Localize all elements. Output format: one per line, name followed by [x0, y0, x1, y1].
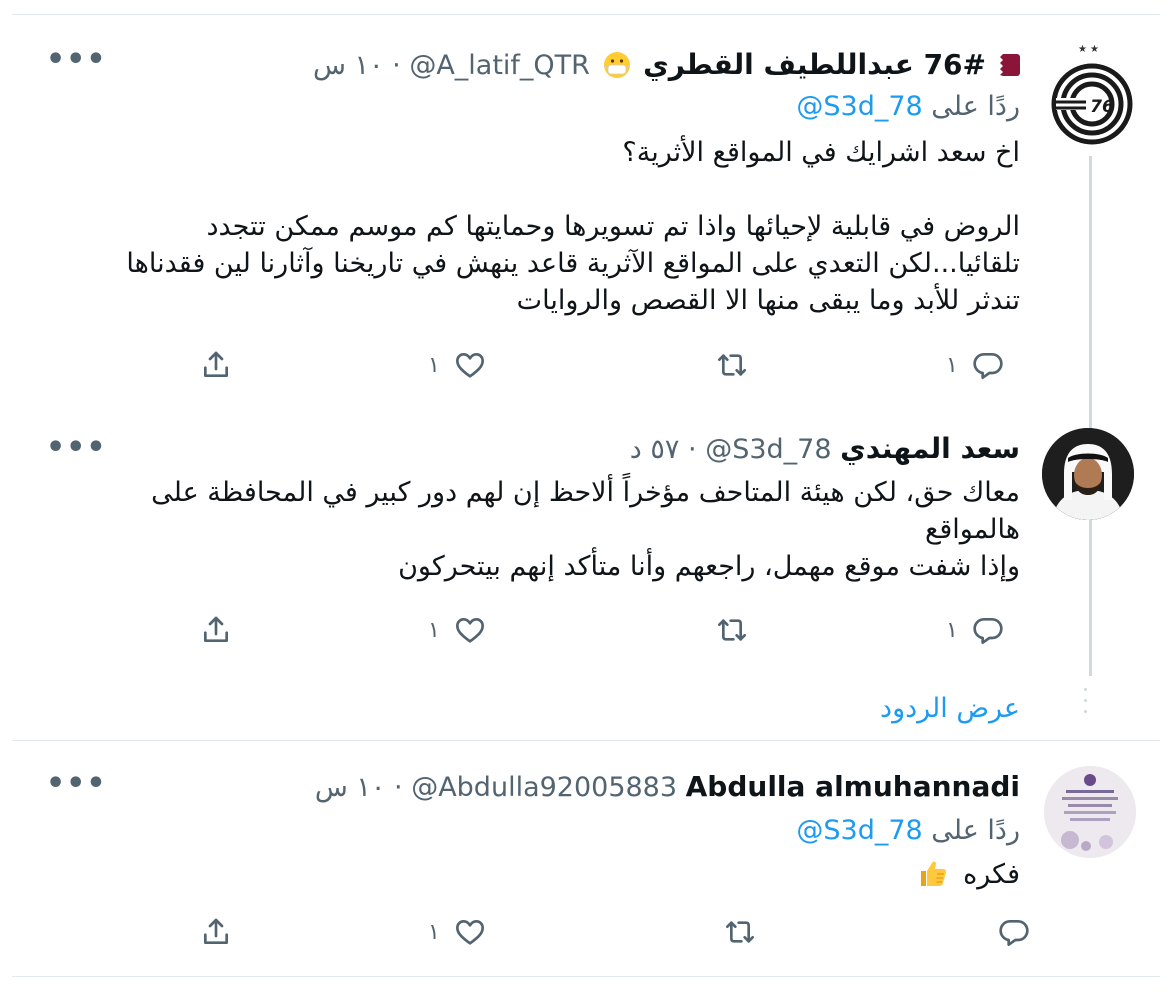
- avatar[interactable]: [1044, 766, 1136, 858]
- tweet-text-line: تلقائيا...لكن التعدي على المواقع الآثرية…: [126, 248, 1020, 279]
- qatar-flag-icon: [994, 52, 1020, 78]
- share-button[interactable]: [200, 612, 232, 648]
- share-button[interactable]: [200, 914, 232, 950]
- retweet-button[interactable]: [716, 612, 748, 648]
- retweet-icon: [718, 354, 746, 376]
- heart-icon: [455, 920, 484, 945]
- reply-button[interactable]: [984, 914, 1030, 950]
- share-icon: [204, 918, 228, 944]
- separator-dot: ·: [688, 434, 697, 465]
- more-icon[interactable]: •••: [46, 769, 107, 799]
- share-button[interactable]: [200, 347, 232, 383]
- tweet-text: اخ سعد اشرايك في المواقع الأثرية؟ الروض …: [126, 134, 1020, 319]
- tweet-text-line: معاك حق، لكن هيئة المتاحف مؤخراً ألاحظ إ…: [151, 477, 1020, 508]
- avatar[interactable]: 76: [1046, 58, 1138, 150]
- more-icon[interactable]: •••: [46, 45, 107, 75]
- heart-icon: [455, 618, 484, 643]
- reply-button[interactable]: ١: [946, 347, 1004, 383]
- tweet-header: Abdulla almuhannadi @Abdulla92005883 · ١…: [315, 770, 1020, 805]
- thumbs-up-emoji-icon: [917, 857, 949, 889]
- tweet-header: 76# عبداللطيف القطري @A_latif_QTR · ١٠ س: [313, 48, 1020, 83]
- timestamp[interactable]: ١٠ س: [315, 772, 386, 803]
- tweet-text-line: وإذا شفت موقع مهمل، راجعهم وأنا متأكد إن…: [398, 551, 1020, 582]
- tweet-text-line: اخ سعد اشرايك في المواقع الأثرية؟: [622, 137, 1020, 168]
- avatar[interactable]: [1042, 428, 1134, 520]
- reply-button[interactable]: ١: [946, 612, 1004, 648]
- share-icon: [204, 351, 228, 377]
- like-count: ١: [428, 919, 440, 945]
- retweet-icon: [726, 921, 754, 943]
- reply-icon: [973, 353, 1003, 379]
- mention-link[interactable]: @S3d_78: [796, 815, 922, 846]
- tweet-text-blank-line: [126, 171, 1020, 208]
- show-replies-link[interactable]: عرض الردود: [880, 692, 1020, 726]
- retweet-icon: [718, 619, 746, 641]
- reply-icon: [999, 920, 1029, 946]
- tweet-thread: 76 ★ ★ ••• 76# عبداللطيف القطري @A_latif…: [0, 0, 1174, 1000]
- tweet-text-line: الروض في قابلية لإحيائها واذا تم تسويرها…: [206, 211, 1020, 242]
- display-name[interactable]: Abdulla almuhannadi: [686, 770, 1020, 803]
- separator-dot: ·: [392, 50, 401, 81]
- reply-count: ١: [946, 617, 958, 643]
- thread-line: [1089, 528, 1092, 676]
- thread-continuation-dots: [1084, 688, 1088, 721]
- tweet-text-line: هالمواقع: [924, 514, 1020, 545]
- tweet-header: سعد المهندي @S3d_78 · ٥٧ د: [630, 432, 1020, 467]
- tweet-text: فكره: [917, 856, 1020, 893]
- divider: [12, 14, 1160, 15]
- like-button[interactable]: ١: [428, 914, 486, 950]
- heart-icon: [455, 353, 484, 378]
- club-76-logo: 76: [1051, 63, 1133, 145]
- svg-text:76: 76: [1090, 97, 1114, 117]
- retweet-button[interactable]: [724, 914, 756, 950]
- tweet-text-line: فكره: [963, 859, 1020, 890]
- replying-to: ردًا على @S3d_78: [796, 90, 1020, 124]
- tweet-text-line: تندثر للأبد وما يبقى منها الا القصص والر…: [516, 285, 1020, 316]
- user-handle[interactable]: @S3d_78: [705, 434, 831, 465]
- share-icon: [204, 616, 228, 642]
- like-count: ١: [428, 617, 440, 643]
- svg-text:★: ★: [1090, 44, 1099, 54]
- profile-image: [1044, 766, 1136, 858]
- display-name[interactable]: 76# عبداللطيف القطري: [643, 48, 986, 81]
- retweet-button[interactable]: [716, 347, 748, 383]
- mention-link[interactable]: @S3d_78: [796, 91, 922, 122]
- timestamp[interactable]: ٥٧ د: [630, 434, 680, 465]
- like-button[interactable]: ١: [428, 612, 486, 648]
- like-button[interactable]: ١: [428, 347, 486, 383]
- face-mask-emoji-icon: [603, 51, 631, 79]
- replying-to: ردًا على @S3d_78: [796, 814, 1020, 848]
- replying-prefix: ردًا على: [931, 815, 1020, 846]
- like-count: ١: [428, 352, 440, 378]
- display-name[interactable]: سعد المهندي: [840, 432, 1020, 465]
- divider: [12, 740, 1160, 741]
- divider: [12, 976, 1160, 977]
- reply-count: ١: [946, 352, 958, 378]
- more-icon[interactable]: •••: [46, 433, 107, 463]
- timestamp[interactable]: ١٠ س: [313, 50, 384, 81]
- user-handle[interactable]: @A_latif_QTR: [409, 50, 590, 81]
- star-icons: ★ ★: [1078, 44, 1099, 54]
- profile-photo: [1042, 428, 1134, 520]
- reply-icon: [973, 618, 1003, 644]
- user-handle[interactable]: @Abdulla92005883: [411, 772, 677, 803]
- separator-dot: ·: [394, 772, 403, 803]
- tweet-text: معاك حق، لكن هيئة المتاحف مؤخراً ألاحظ إ…: [100, 474, 1020, 585]
- replying-prefix: ردًا على: [931, 91, 1020, 122]
- svg-text:★: ★: [1078, 44, 1087, 54]
